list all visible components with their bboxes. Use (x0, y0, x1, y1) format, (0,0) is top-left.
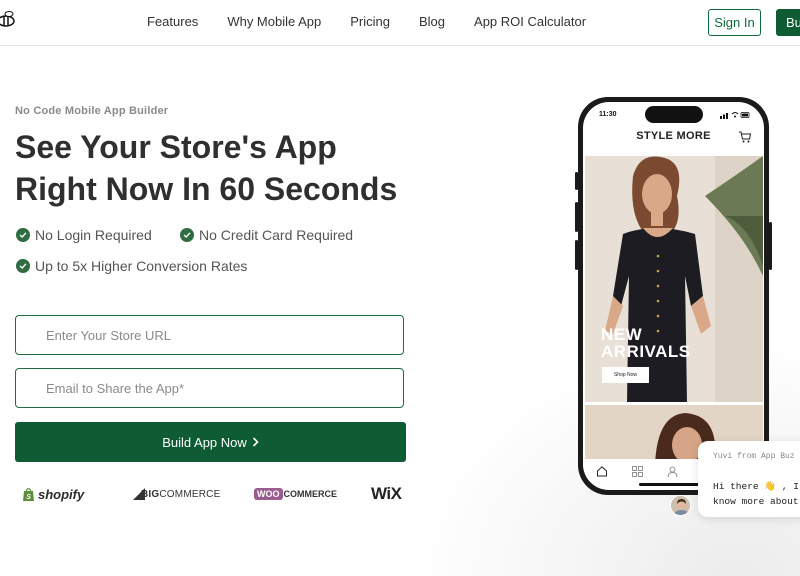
chat-sender: Yuvi from App Buz (713, 452, 795, 461)
new-arrivals-line-1: NEW (601, 325, 643, 344)
nav-link-features[interactable]: Features (147, 14, 198, 29)
bigcommerce-commerce: COMMERCE (159, 488, 221, 500)
shopify-bag-icon: S (23, 487, 34, 501)
feature-check-no-login: No Login Required (16, 227, 152, 243)
build-app-nav-button[interactable]: Bu (776, 9, 800, 36)
nav-link-why-mobile-app[interactable]: Why Mobile App (227, 14, 321, 29)
email-field[interactable] (15, 368, 404, 408)
chat-agent-avatar[interactable] (670, 495, 691, 516)
phone-side-button (575, 240, 578, 270)
store-title: STYLE MORE (636, 130, 711, 142)
chat-widget-bubble[interactable]: Yuvi from App Buz Hi there 👋 , I know mo… (698, 441, 800, 517)
svg-text:S: S (26, 494, 31, 501)
home-indicator (639, 483, 707, 486)
feature-check-label: No Credit Card Required (199, 227, 354, 243)
store-url-field[interactable] (15, 315, 404, 355)
hero-title-line-2: Right Now In 60 Seconds (15, 171, 398, 207)
feature-check-label: No Login Required (35, 227, 152, 243)
woo-badge: WOO (254, 488, 283, 500)
landing-page: Features Why Mobile App Pricing Blog App… (0, 0, 800, 576)
cart-icon[interactable] (738, 130, 752, 144)
store-url-input[interactable] (46, 327, 403, 343)
chevron-right-icon (252, 437, 259, 447)
chat-message: Hi there 👋 , I know more about (713, 481, 799, 507)
model-photo (585, 156, 763, 402)
hero-title-line-1: See Your Store's App (15, 129, 337, 165)
woo-commerce: COMMERCE (283, 489, 338, 499)
check-circle-icon (16, 228, 30, 242)
nav-link-pricing[interactable]: Pricing (350, 14, 390, 29)
bigcommerce-big: BIG (141, 488, 160, 500)
phone-side-button (575, 172, 578, 190)
phone-mockup: 11:30 STYLE MORE NEW ARRIVALS Shop Now (575, 97, 772, 495)
feature-check-conversion: Up to 5x Higher Conversion Rates (16, 258, 247, 274)
check-circle-icon (180, 228, 194, 242)
sign-in-button[interactable]: Sign In (708, 9, 761, 36)
wix-logo: WiX (371, 484, 402, 503)
phone-side-button (575, 202, 578, 232)
new-arrivals-line-2: ARRIVALS (601, 342, 691, 361)
hero-eyebrow: No Code Mobile App Builder (15, 105, 169, 117)
bigcommerce-logo: BIG COMMERCE (133, 482, 220, 506)
new-arrivals-banner[interactable]: NEW ARRIVALS Shop Now (585, 156, 763, 402)
feature-check-no-credit-card: No Credit Card Required (180, 227, 353, 243)
feature-check-label: Up to 5x Higher Conversion Rates (35, 258, 248, 274)
categories-icon[interactable] (632, 466, 643, 477)
build-app-now-label: Build App Now (162, 434, 247, 450)
nav-link-app-roi-calculator[interactable]: App ROI Calculator (474, 14, 586, 29)
email-input[interactable] (46, 380, 403, 396)
woocommerce-logo: WOO COMMERCE (254, 482, 337, 506)
dynamic-island (645, 106, 703, 123)
status-time: 11:30 (599, 111, 617, 118)
shop-now-button[interactable]: Shop Now (602, 367, 649, 383)
phone-screen: 11:30 STYLE MORE NEW ARRIVALS Shop Now (583, 102, 764, 490)
hero-title: See Your Store's App Right Now In 60 Sec… (15, 126, 485, 210)
shopify-wordmark: shopify (38, 486, 85, 502)
shopify-logo: S shopify (22, 482, 84, 506)
new-arrivals-heading: NEW ARRIVALS (601, 326, 691, 360)
top-nav: Features Why Mobile App Pricing Blog App… (0, 0, 800, 46)
phone-side-button (769, 222, 772, 270)
user-icon[interactable] (667, 466, 678, 477)
build-app-now-button[interactable]: Build App Now (15, 422, 406, 462)
status-icons (720, 112, 750, 119)
bee-logo-icon[interactable] (0, 8, 18, 32)
nav-link-blog[interactable]: Blog (419, 14, 445, 29)
home-icon[interactable] (596, 465, 608, 477)
nav-links: Features Why Mobile App Pricing Blog App… (147, 14, 586, 29)
check-circle-icon (16, 259, 30, 273)
